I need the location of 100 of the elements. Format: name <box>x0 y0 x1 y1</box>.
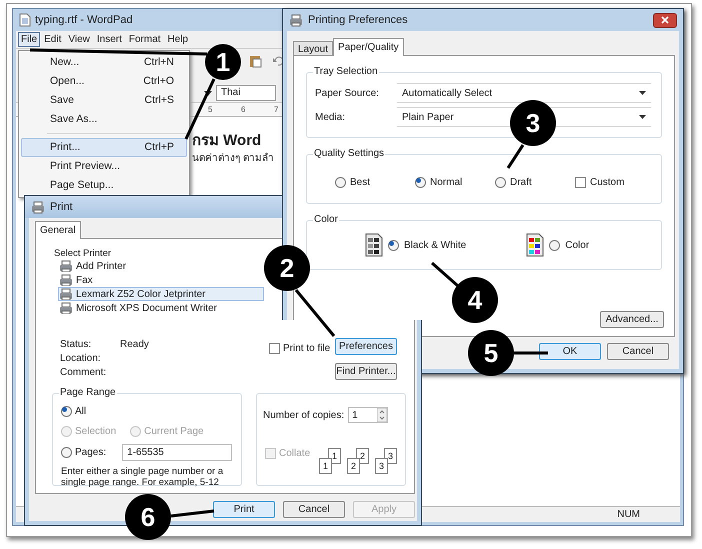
printer-item[interactable]: Fax <box>58 273 264 287</box>
field-value: 1 <box>352 408 358 422</box>
dropdown-value: Automatically Select <box>402 86 492 100</box>
menu-item-label: New... <box>50 54 80 70</box>
hint-text: Enter either a single page number or a single page range. For example, 5-12 <box>61 466 224 488</box>
dialog-button[interactable]: Find Printer... <box>335 363 397 380</box>
group-title: Select Printer <box>54 247 112 261</box>
tab[interactable]: General <box>35 221 81 239</box>
window-title: typing.rtf - WordPad <box>35 12 133 28</box>
radio-button[interactable] <box>415 177 426 188</box>
dialog-button[interactable]: Print <box>213 501 275 518</box>
shortcut-text: Ctrl+O <box>143 74 174 89</box>
undo-icon <box>272 56 284 66</box>
menu-item[interactable]: Insert <box>94 32 125 47</box>
close-icon <box>661 16 669 24</box>
shortcut-text: Ctrl+P <box>144 140 174 155</box>
option-label: Print to file <box>283 342 330 356</box>
printer-item[interactable]: Microsoft XPS Document Writer <box>58 301 264 315</box>
group-title: Tray Selection <box>313 66 379 78</box>
status-value: Ready <box>120 339 149 351</box>
dropdown-arrow-icon <box>639 115 646 119</box>
document-icon <box>19 13 31 27</box>
radio-button[interactable] <box>335 177 346 188</box>
option-label: Black & White <box>404 238 466 252</box>
radio-button[interactable] <box>61 406 72 417</box>
field-label: Number of copies: <box>263 408 344 422</box>
field-label: Paper Source: <box>315 86 380 100</box>
dropdown-arrow-icon <box>639 91 646 95</box>
checkbox[interactable] <box>575 177 586 188</box>
menu-item-label: Page Setup... <box>50 178 114 193</box>
menu-item[interactable]: View <box>65 32 93 47</box>
pages-field[interactable]: 1-65535 <box>122 444 232 461</box>
ruler-label: 7 <box>274 104 278 116</box>
document-text: กรม Word <box>192 131 262 151</box>
menu-item[interactable]: Page Setup... <box>21 176 187 195</box>
menu-item[interactable]: File <box>18 32 40 47</box>
printer-name: Fax <box>76 274 93 288</box>
window-title: Print <box>50 200 73 215</box>
menu-item[interactable]: Edit <box>41 32 64 47</box>
dialog-button[interactable]: Cancel <box>607 343 669 360</box>
menu-item[interactable]: Print Preview... <box>21 157 187 176</box>
option-label: Custom <box>590 176 624 190</box>
page-sheet: 2 <box>347 458 360 474</box>
printer-item[interactable]: Add Printer <box>58 259 264 273</box>
dialog-button[interactable]: Cancel <box>283 501 345 518</box>
group-title: Quality Settings <box>313 148 386 160</box>
menu-item[interactable]: Open... Ctrl+O <box>21 72 187 91</box>
shortcut-text: Ctrl+N <box>144 54 174 70</box>
tab[interactable]: Layout <box>293 41 334 56</box>
option-label: Current Page <box>144 425 204 439</box>
printer-icon <box>31 200 45 214</box>
dropdown[interactable]: Automatically Select <box>397 83 651 103</box>
checkbox[interactable] <box>269 343 280 354</box>
paste-icon <box>248 54 262 68</box>
printer-icon <box>59 274 73 286</box>
printer-item[interactable]: Lexmark Z52 Color Jetprinter <box>58 287 264 301</box>
menu-item[interactable]: Save Ctrl+S <box>21 91 187 110</box>
menu-item[interactable]: Help <box>164 32 192 47</box>
option-label: Selection <box>75 425 116 439</box>
leader-line <box>170 510 214 518</box>
page-sheet: 1 <box>319 458 332 474</box>
shortcut-text: Ctrl+S <box>144 92 174 108</box>
menu-item-label: Save As... <box>50 112 98 127</box>
field-label: Location: <box>60 353 102 365</box>
script-field[interactable]: Thai <box>216 85 276 101</box>
menu-item[interactable]: New... Ctrl+N <box>21 53 187 72</box>
window-title: Printing Preferences <box>308 12 409 28</box>
option-label: Collate <box>279 447 310 461</box>
field-label: Comment: <box>60 367 108 379</box>
printer-icon <box>59 260 73 272</box>
option-label: Normal <box>430 176 462 190</box>
menu-item[interactable]: Print... Ctrl+P <box>21 138 187 157</box>
option-label: Color <box>565 238 590 252</box>
option-label: All <box>75 405 86 419</box>
ruler-label: 6 <box>241 104 246 116</box>
menu-item-label: Print... <box>50 140 80 155</box>
menu-item[interactable]: Format <box>126 32 164 47</box>
close-button[interactable] <box>653 12 677 28</box>
menu-item-label: Print Preview... <box>50 158 120 174</box>
copies-field[interactable]: 1 <box>348 407 388 423</box>
menu-item[interactable]: Save As... <box>21 110 187 129</box>
printer-icon <box>59 288 73 300</box>
leader-line <box>514 352 548 354</box>
page-sheet: 3 <box>375 458 388 474</box>
option-label: Draft <box>510 176 532 190</box>
dropdown-arrow-icon <box>204 90 212 96</box>
field-label: Media: <box>315 110 346 124</box>
dialog-button[interactable]: Advanced... <box>600 311 664 328</box>
printer-icon <box>59 302 73 314</box>
menu-item-label: Save <box>50 92 74 108</box>
menu-item-label: Open... <box>50 74 84 89</box>
status-text: NUM <box>617 508 640 522</box>
radio-button[interactable] <box>495 177 506 188</box>
dialog-button[interactable]: Preferences <box>335 338 397 355</box>
leader-line <box>294 289 336 337</box>
radio-button[interactable] <box>61 447 72 458</box>
tab[interactable]: Paper/Quality <box>333 38 404 56</box>
dialog-button[interactable]: OK <box>539 343 601 360</box>
printer-name: Lexmark Z52 Color Jetprinter <box>76 288 206 302</box>
dropdown-value: Plain Paper <box>402 110 454 124</box>
